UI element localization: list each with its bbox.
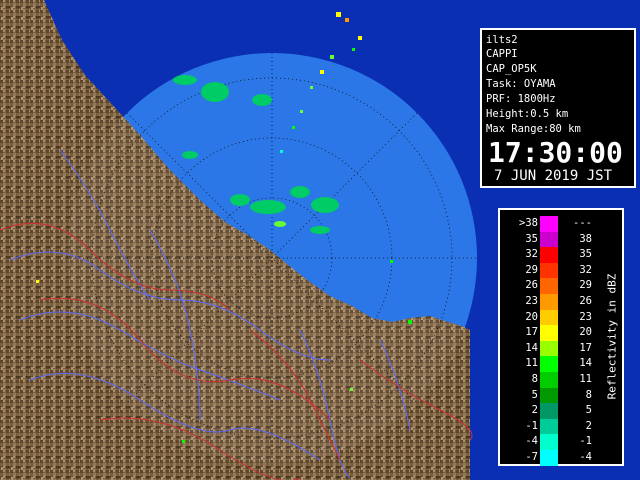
legend-high-value: 2 — [585, 419, 592, 432]
legend-low-value: 23 — [525, 295, 538, 307]
legend-row: 32 35 — [500, 247, 596, 263]
legend-color-swatch — [540, 403, 558, 419]
legend-high-value: 17 — [579, 341, 592, 354]
legend-color-swatch — [540, 372, 558, 388]
legend-row: 29 32 — [500, 262, 596, 279]
legend-row: -7 -4 — [500, 450, 596, 466]
legend-low-value: 20 — [525, 310, 538, 323]
legend-low-value: >38 — [519, 217, 538, 229]
task-label: Task: OYAMA — [486, 78, 556, 90]
legend-color-swatch — [540, 278, 558, 294]
legend-high-value: 26 — [579, 295, 592, 307]
legend-row: -1 2 — [500, 418, 596, 435]
legend-high-value: -1 — [579, 435, 592, 448]
legend-color-swatch — [540, 387, 558, 404]
legend-low-value: 14 — [525, 341, 538, 354]
legend-color-swatch — [540, 262, 558, 279]
legend-low-value: -1 — [525, 419, 538, 432]
legend-high-value: 14 — [579, 357, 592, 370]
legend-unit-label: Reflectivity in dBZ — [604, 268, 619, 408]
legend-color-swatch — [540, 450, 558, 466]
legend-row: -4 -1 — [500, 434, 596, 450]
legend-low-value: 32 — [525, 248, 538, 261]
legend-low-value: 11 — [525, 357, 538, 370]
legend-color-swatch — [540, 231, 558, 248]
product-code: CAP_OP5K — [486, 63, 537, 75]
legend-low-value: -7 — [525, 451, 538, 463]
product-name: CAPPI — [486, 48, 518, 60]
legend-row: 20 23 — [500, 309, 596, 326]
height-label: Height:0.5 km — [486, 108, 569, 120]
info-panel: ilts2 CAPPI CAP_OP5K Task: OYAMA PRF: 18… — [480, 28, 636, 188]
legend-color-swatch — [540, 340, 558, 357]
legend-low-value: 5 — [531, 388, 538, 401]
legend-high-value: --- — [573, 217, 592, 229]
legend-low-value: 8 — [531, 373, 538, 385]
legend-row: 25 — [500, 403, 596, 419]
legend-color-swatch — [540, 294, 558, 310]
legend-high-value: 8 — [585, 388, 592, 401]
legend-color-swatch — [540, 434, 558, 450]
legend-row: 14 17 — [500, 340, 596, 357]
legend-color-swatch — [540, 418, 558, 435]
legend-high-value: 38 — [579, 232, 592, 245]
observation-time: 17:30:00 — [488, 136, 623, 169]
legend-high-value: 5 — [585, 404, 592, 417]
legend-row: >38 --- — [500, 216, 596, 232]
legend-color-swatch — [540, 309, 558, 326]
legend-low-value: 17 — [525, 326, 538, 339]
legend-row: 35 38 — [500, 231, 596, 248]
observation-date: 7 JUN 2019 JST — [494, 168, 613, 184]
legend-color-swatch — [540, 356, 558, 372]
reflectivity-legend: >38 --- 35 38 32 35 29 32 26 29 23 26 20 23 17 20 14 17 11… — [498, 208, 624, 466]
max-range-label: Max Range:80 km — [486, 123, 581, 135]
legend-high-value: 29 — [579, 279, 592, 292]
legend-row: 11 14 — [500, 356, 596, 372]
legend-high-value: 23 — [579, 310, 592, 323]
legend-high-value: 11 — [579, 373, 592, 385]
legend-row: 8 11 — [500, 372, 596, 388]
legend-low-value: 29 — [525, 263, 538, 276]
legend-high-value: -4 — [579, 451, 592, 463]
legend-high-value: 20 — [579, 326, 592, 339]
legend-row: 26 29 — [500, 278, 596, 294]
legend-low-value: 26 — [525, 279, 538, 292]
legend-row: 17 20 — [500, 325, 596, 341]
legend-high-value: 32 — [579, 263, 592, 276]
legend-color-swatch — [540, 247, 558, 263]
legend-unit-text: Reflectivity in dBZ — [605, 273, 619, 400]
legend-color-swatch — [540, 325, 558, 341]
legend-low-value: -4 — [525, 435, 538, 448]
legend-high-value: 35 — [579, 248, 592, 261]
prf-label: PRF: 1800Hz — [486, 93, 556, 105]
legend-row: 23 26 — [500, 294, 596, 310]
legend-low-value: 35 — [525, 232, 538, 245]
legend-row: 58 — [500, 387, 596, 404]
legend-color-swatch — [540, 216, 558, 232]
station-name: ilts2 — [486, 34, 518, 46]
legend-low-value: 2 — [531, 404, 538, 417]
